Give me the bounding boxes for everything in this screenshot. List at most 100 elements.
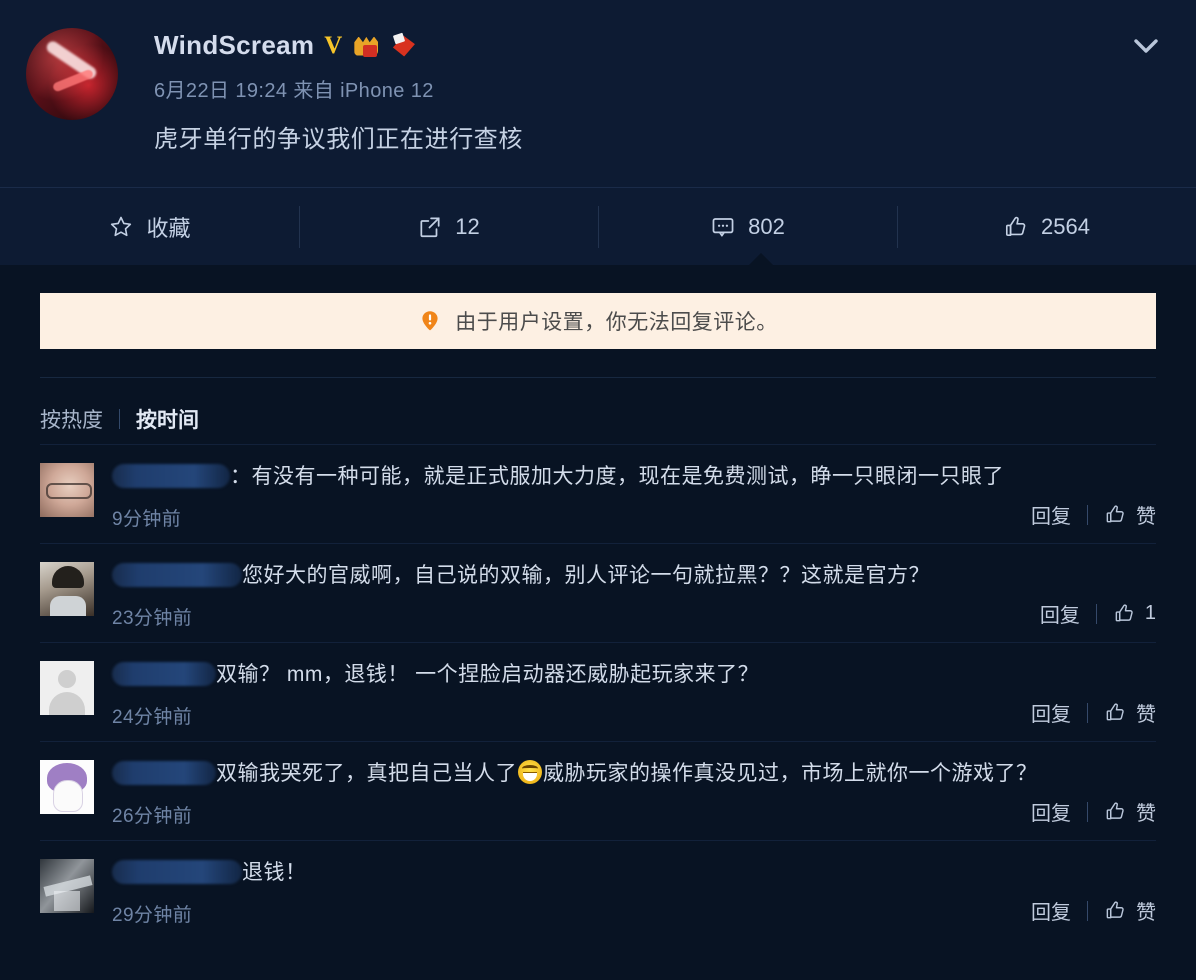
commenter-avatar[interactable] xyxy=(40,562,94,616)
post-author-block: WindScream V 6月22日 19:24 来自 iPhone 12 虎牙… xyxy=(26,22,1170,154)
comment-reply-button[interactable]: 回复 xyxy=(1031,896,1071,925)
author-info: WindScream V 6月22日 19:24 来自 iPhone 12 虎牙… xyxy=(154,22,523,154)
comment-text: ：有没有一种可能，就是正式服加大力度，现在是免费测试，睁一只眼闭一只眼了 xyxy=(230,465,1004,488)
comment-icon xyxy=(710,214,736,240)
comment-actions: 回复 1 xyxy=(1040,599,1156,628)
author-name[interactable]: WindScream xyxy=(154,30,314,61)
author-avatar[interactable] xyxy=(26,28,118,120)
comment-like-label: 赞 xyxy=(1136,506,1156,528)
share-button[interactable]: 12 xyxy=(299,188,598,265)
thumbs-up-icon xyxy=(1104,800,1127,823)
like-count: 2564 xyxy=(1041,213,1090,239)
comment-sort-row: 按热度 按时间 xyxy=(40,377,1156,444)
comment-text-before-emoji: 双输我哭死了，真把自己当人了 xyxy=(216,762,517,785)
comment-reply-button[interactable]: 回复 xyxy=(1040,599,1080,628)
thumbs-up-icon xyxy=(1104,899,1127,922)
thumbs-up-icon xyxy=(1003,214,1029,240)
comment-actions: 回复 赞 xyxy=(1031,698,1156,727)
comment-time: 9分钟前 xyxy=(112,509,182,530)
crown-badge-icon xyxy=(352,33,380,59)
comment-actions: 回复 赞 xyxy=(1031,896,1156,925)
thumbs-up-icon xyxy=(1104,503,1127,526)
post-meta: 6月22日 19:24 来自 iPhone 12 xyxy=(154,80,434,102)
comments-panel: 由于用户设置，你无法回复评论。 按热度 按时间 ：有没有一种可能，就是正式服加大… xyxy=(0,293,1196,980)
comment-reply-button[interactable]: 回复 xyxy=(1031,500,1071,529)
comment-actions: 回复 赞 xyxy=(1031,797,1156,826)
comment-action-separator xyxy=(1087,504,1088,525)
reply-disabled-notice: 由于用户设置，你无法回复评论。 xyxy=(40,293,1156,349)
comment-time: 26分钟前 xyxy=(112,806,193,827)
comment-action-separator xyxy=(1087,702,1088,723)
sort-by-time-tab[interactable]: 按时间 xyxy=(136,404,199,434)
comment-time: 23分钟前 xyxy=(112,608,193,629)
comment-line: ：有没有一种可能，就是正式服加大力度，现在是免费测试，睁一只眼闭一只眼了 xyxy=(112,460,1156,490)
comment-like-label: 赞 xyxy=(1136,704,1156,726)
comment-body: 您好大的官威啊，自己说的双输，别人评论一句就拉黑？？这就是官方？ 23分钟前 xyxy=(112,558,1156,630)
comment-like-button[interactable]: 赞 xyxy=(1104,500,1156,529)
chevron-down-icon[interactable] xyxy=(1126,26,1166,66)
comment-line: 双输？ mm，退钱！ 一个捏脸启动器还威胁起玩家来了？ xyxy=(112,658,1156,688)
commenter-avatar[interactable] xyxy=(40,661,94,715)
comment-like-label: 赞 xyxy=(1136,902,1156,924)
grinning-face-emoji xyxy=(518,760,542,784)
comment-like-label: 赞 xyxy=(1136,803,1156,825)
post-text: 虎牙单行的争议我们正在进行查核 xyxy=(154,126,523,153)
comment-item: ：有没有一种可能，就是正式服加大力度，现在是免费测试，睁一只眼闭一只眼了 9分钟… xyxy=(40,444,1156,543)
comment-body: ：有没有一种可能，就是正式服加大力度，现在是免费测试，睁一只眼闭一只眼了 9分钟… xyxy=(112,459,1156,531)
comment-text: 您好大的官威啊，自己说的双输，别人评论一句就拉黑？？这就是官方？ xyxy=(242,564,930,587)
like-button[interactable]: 2564 xyxy=(897,188,1196,265)
comment-item: 双输？ mm，退钱！ 一个捏脸启动器还威胁起玩家来了？ 24分钟前 回复 赞 xyxy=(40,642,1156,741)
commenter-name-redacted[interactable] xyxy=(112,662,216,686)
comment-body: 退钱！ 29分钟前 xyxy=(112,855,1156,927)
comment-action-separator xyxy=(1095,603,1097,624)
comment-action-separator xyxy=(1087,900,1088,921)
comment-time: 29分钟前 xyxy=(112,905,193,926)
thumbs-up-icon xyxy=(1104,701,1127,724)
comment-like-button[interactable]: 赞 xyxy=(1104,896,1156,925)
commenter-name-redacted[interactable] xyxy=(112,464,230,488)
thumbs-up-icon xyxy=(1113,602,1136,625)
comment-like-button[interactable]: 1 xyxy=(1113,602,1156,625)
comment-body: 双输我哭死了，真把自己当人了 威胁玩家的操作真没见过，市场上就你一个游戏了？ 26… xyxy=(112,756,1156,828)
comment-action-separator xyxy=(1087,801,1088,822)
comment-body: 双输？ mm，退钱！ 一个捏脸启动器还威胁起玩家来了？ 24分钟前 xyxy=(112,657,1156,729)
comment-line: 您好大的官威啊，自己说的双输，别人评论一句就拉黑？？这就是官方？ xyxy=(112,559,1156,589)
commenter-avatar[interactable] xyxy=(40,463,94,517)
comment-text: 退钱！ xyxy=(242,861,307,884)
horn-badge-icon xyxy=(390,33,418,59)
favorite-label: 收藏 xyxy=(146,215,191,241)
notice-text: 由于用户设置，你无法回复评论。 xyxy=(455,311,778,334)
post-action-bar: 收藏 12 802 2564 xyxy=(0,187,1196,266)
comment-count: 802 xyxy=(748,213,785,239)
v-badge-icon: V xyxy=(324,32,343,59)
star-icon xyxy=(108,214,134,240)
comment-reply-button[interactable]: 回复 xyxy=(1031,797,1071,826)
sort-separator xyxy=(119,409,120,429)
comment-line: 退钱！ xyxy=(112,856,1156,886)
share-count: 12 xyxy=(455,213,480,239)
comment-text: 双输？ mm，退钱！ 一个捏脸启动器还威胁起玩家来了？ xyxy=(216,663,760,686)
sort-by-hot-tab[interactable]: 按热度 xyxy=(40,404,103,434)
author-name-row: WindScream V xyxy=(154,30,523,61)
commenter-name-redacted[interactable] xyxy=(112,563,242,587)
commenter-avatar[interactable] xyxy=(40,760,94,814)
commenter-avatar[interactable] xyxy=(40,859,94,913)
comment-like-label: 1 xyxy=(1144,602,1156,624)
comment-item: 您好大的官威啊，自己说的双输，别人评论一句就拉黑？？这就是官方？ 23分钟前 回… xyxy=(40,543,1156,642)
comment-like-button[interactable]: 赞 xyxy=(1104,698,1156,727)
comment-line: 双输我哭死了，真把自己当人了 威胁玩家的操作真没见过，市场上就你一个游戏了？ xyxy=(112,757,1156,787)
commenter-name-redacted[interactable] xyxy=(112,761,216,785)
exclamation-circle-icon xyxy=(418,309,442,333)
comment-text-after-emoji: 威胁玩家的操作真没见过，市场上就你一个游戏了？ xyxy=(543,762,1038,785)
comment-text: 双输我哭死了，真把自己当人了 威胁玩家的操作真没见过，市场上就你一个游戏了？ xyxy=(216,757,1038,787)
commenter-name-redacted[interactable] xyxy=(112,860,242,884)
active-tab-caret xyxy=(748,253,774,266)
comment-actions: 回复 赞 xyxy=(1031,500,1156,529)
comment-reply-button[interactable]: 回复 xyxy=(1031,698,1071,727)
share-icon xyxy=(417,214,443,240)
post-header: WindScream V 6月22日 19:24 来自 iPhone 12 虎牙… xyxy=(0,0,1196,187)
comment-like-button[interactable]: 赞 xyxy=(1104,797,1156,826)
comment-item: 双输我哭死了，真把自己当人了 威胁玩家的操作真没见过，市场上就你一个游戏了？ 26… xyxy=(40,741,1156,840)
favorite-button[interactable]: 收藏 xyxy=(0,188,299,265)
comment-item: 退钱！ 29分钟前 回复 赞 xyxy=(40,840,1156,939)
